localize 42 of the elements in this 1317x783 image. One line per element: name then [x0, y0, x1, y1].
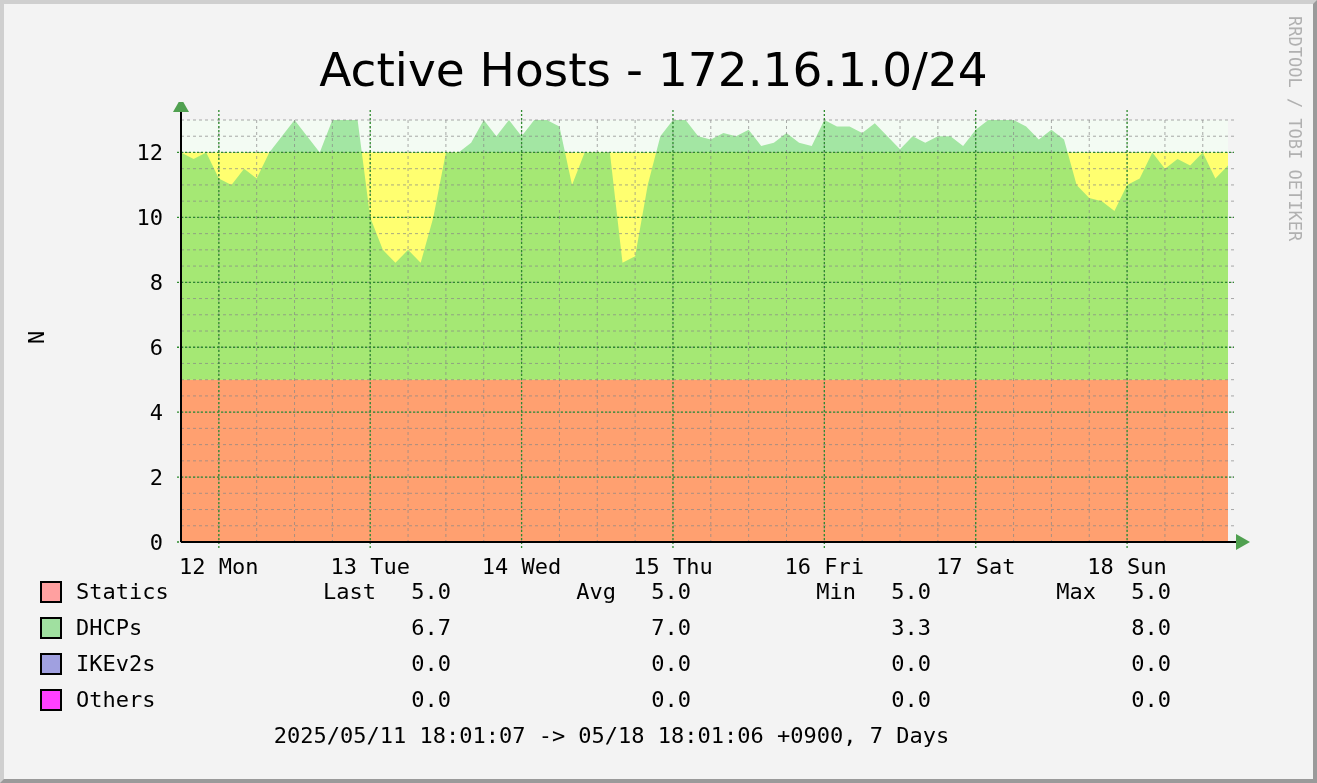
stat-value: 5.0 [1130, 578, 1171, 606]
legend-label: Statics [76, 578, 170, 606]
x-tick-label: 17 Sat [935, 554, 1016, 579]
stat-value: 8.0 [1130, 614, 1171, 642]
x-tick-label: 13 Tue [330, 554, 410, 579]
stat-value: 0.0 [650, 650, 691, 678]
stat-value: 3.3 [890, 614, 931, 642]
stat-heading: Last [323, 579, 376, 604]
y-tick-label: 10 [136, 205, 163, 231]
x-tick-label: 14 Wed [481, 554, 562, 579]
rrd-credit: RRDTOOL / TOBI OETIKER [1284, 16, 1306, 242]
y-tick-label: 6 [149, 335, 163, 361]
stat-value: 5.0 [890, 578, 931, 606]
stat-value: 0.0 [410, 686, 451, 714]
legend-label: IKEv2s [76, 650, 157, 678]
stat-value: 5.0 [410, 578, 451, 606]
y-tick-label: 2 [149, 465, 163, 491]
stat-value: 0.0 [1130, 686, 1171, 714]
time-range: 2025/05/11 18:01:07 -> 05/18 18:01:06 +0900, 7 Days [273, 722, 950, 750]
stat-value: 0.0 [890, 650, 931, 678]
stat-value: 0.0 [890, 686, 931, 714]
legend-label: DHCPs [76, 614, 144, 642]
stat-value: 7.0 [650, 614, 691, 642]
x-tick-label: 16 Fri [784, 554, 865, 579]
x-tick-label: 12 Mon [179, 554, 259, 579]
chart-title: Active Hosts - 172.16.1.0/24 [319, 46, 988, 99]
stat-value: 0.0 [650, 686, 691, 714]
y-axis-label: N [24, 330, 49, 345]
x-tick-label: 18 Sun [1087, 554, 1167, 579]
y-tick-label: 4 [149, 400, 163, 426]
x-tick-label: 15 Thu [633, 554, 713, 579]
stat-heading: Max [1056, 579, 1096, 604]
stat-value: 6.7 [410, 614, 451, 642]
y-tick-label: 8 [149, 270, 163, 296]
stat-value: 0.0 [1130, 650, 1171, 678]
stat-heading: Min [816, 579, 856, 604]
legend-label: Others [76, 686, 157, 714]
stat-value: 5.0 [650, 578, 691, 606]
stat-heading: Avg [576, 579, 616, 604]
stat-value: 0.0 [410, 650, 451, 678]
y-tick-label: 0 [149, 530, 163, 555]
y-tick-label: 12 [136, 140, 163, 166]
